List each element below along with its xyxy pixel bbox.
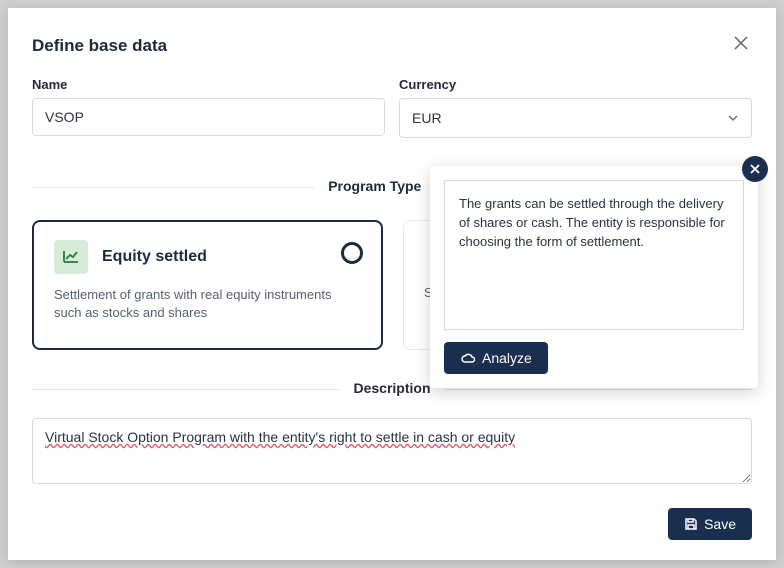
modal-title: Define base data [32,36,167,56]
equity-card-title: Equity settled [102,248,207,266]
tooltip-text: The grants can be settled through the de… [444,180,744,330]
chart-up-icon [54,240,88,274]
name-input[interactable] [32,98,385,136]
analyze-button[interactable]: Analyze [444,342,548,374]
program-type-label: Program Type [314,178,435,194]
cloud-icon [460,352,476,364]
analyze-label: Analyze [482,350,532,366]
save-label: Save [704,516,736,532]
tooltip-close-button[interactable] [742,156,768,182]
currency-value: EUR [412,110,442,126]
field-row: Name Currency EUR [32,77,752,138]
modal-close-button[interactable] [730,32,752,59]
name-label: Name [32,77,385,92]
modal-header: Define base data [32,32,752,59]
currency-label: Currency [399,77,752,92]
card-header: Equity settled [54,240,361,274]
close-icon [734,36,748,50]
info-tooltip: The grants can be settled through the de… [430,166,758,388]
description-label: Description [339,380,444,396]
description-textarea[interactable] [32,418,752,484]
equity-settled-card[interactable]: Equity settled Settlement of grants with… [32,220,383,350]
currency-field-wrapper: Currency EUR [399,77,752,138]
equity-card-desc: Settlement of grants with real equity in… [54,286,361,322]
name-field-wrapper: Name [32,77,385,138]
equity-radio[interactable] [341,242,363,264]
save-icon [684,517,698,531]
currency-select[interactable]: EUR [399,98,752,138]
modal-footer: Save [668,508,752,540]
chevron-down-icon [727,111,739,125]
close-icon [750,164,760,174]
save-button[interactable]: Save [668,508,752,540]
